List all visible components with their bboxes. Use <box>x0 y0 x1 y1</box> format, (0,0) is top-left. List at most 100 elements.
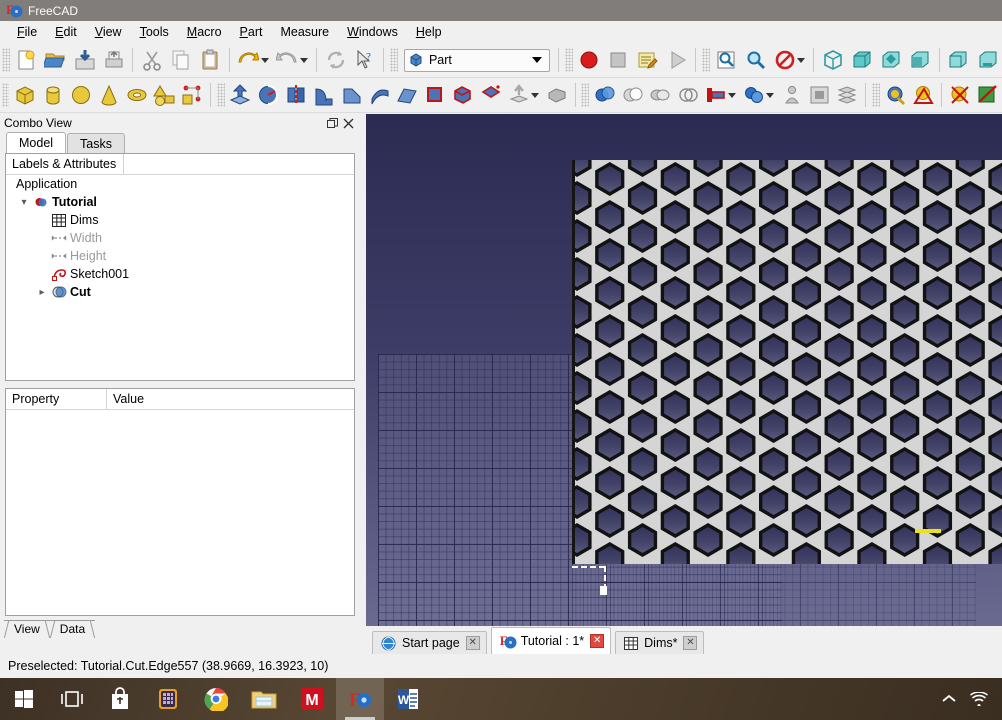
freecad-app[interactable]: F <box>336 678 384 720</box>
front-view-icon[interactable] <box>847 45 876 75</box>
measure-linear-icon[interactable] <box>882 80 910 110</box>
macro-stop-icon[interactable] <box>604 45 633 75</box>
check-geometry-icon[interactable] <box>778 80 806 110</box>
copy-icon[interactable] <box>166 45 195 75</box>
toolbar-grip[interactable] <box>2 48 10 72</box>
microsoft-word[interactable]: W <box>384 678 432 720</box>
microsoft-store[interactable] <box>96 678 144 720</box>
toolbar-grip[interactable] <box>565 48 573 72</box>
open-document-icon[interactable] <box>41 45 70 75</box>
union-icon[interactable] <box>619 80 647 110</box>
toolbar-grip[interactable] <box>581 83 588 107</box>
measure-refresh-icon[interactable] <box>946 80 974 110</box>
macro-execute-icon[interactable] <box>662 45 691 75</box>
bottom-view-icon[interactable] <box>973 45 1002 75</box>
box-icon[interactable] <box>11 80 39 110</box>
toolbar-grip[interactable] <box>390 48 398 72</box>
torus-icon[interactable] <box>123 80 151 110</box>
menu-part[interactable]: Part <box>231 23 272 41</box>
measure-clear-icon[interactable] <box>974 80 1002 110</box>
macro-record-icon[interactable] <box>575 45 604 75</box>
hexagonal-perforated-plate[interactable] <box>572 160 1002 564</box>
cylinder-icon[interactable] <box>39 80 67 110</box>
save-document-icon[interactable] <box>70 45 99 75</box>
property-editor[interactable]: Property Value <box>5 388 355 616</box>
shape-builder-icon[interactable] <box>178 80 206 110</box>
extrude-icon[interactable] <box>227 80 255 110</box>
close-icon[interactable]: ✕ <box>590 634 604 648</box>
join-icon[interactable] <box>702 80 730 110</box>
tree-item-tutorial[interactable]: ▾ Tutorial <box>6 193 354 211</box>
workbench-selector[interactable]: Part <box>404 49 550 72</box>
tab-view[interactable]: View <box>4 620 50 638</box>
revolve-icon[interactable] <box>254 80 282 110</box>
measure-angular-icon[interactable] <box>909 80 937 110</box>
top-view-icon[interactable] <box>877 45 906 75</box>
whats-this-icon[interactable]: ? <box>350 45 379 75</box>
intersection-icon[interactable] <box>647 80 675 110</box>
doc-tab-dims[interactable]: Dims* ✕ <box>615 631 704 654</box>
menu-view[interactable]: View <box>86 23 131 41</box>
thickness-icon[interactable] <box>543 80 571 110</box>
toolbar-grip[interactable] <box>702 48 710 72</box>
axonometric-icon[interactable] <box>818 45 847 75</box>
new-document-icon[interactable] <box>12 45 41 75</box>
close-icon[interactable] <box>340 116 356 130</box>
tree-item-dims[interactable]: Dims <box>6 211 354 229</box>
sweep-icon[interactable] <box>421 80 449 110</box>
split-icon[interactable] <box>740 80 768 110</box>
chevron-down-icon[interactable] <box>532 57 542 63</box>
right-view-icon[interactable] <box>906 45 935 75</box>
close-icon[interactable]: ✕ <box>683 636 697 650</box>
defeaturing-icon[interactable] <box>806 80 834 110</box>
doc-tab-start-page[interactable]: Start page ✕ <box>372 631 487 654</box>
menu-windows[interactable]: Windows <box>338 23 407 41</box>
fillet-icon[interactable] <box>310 80 338 110</box>
chevron-down-icon[interactable]: ▾ <box>16 197 32 208</box>
undo-icon[interactable] <box>234 45 263 75</box>
tree-item-cut[interactable]: ▸ Cut <box>6 283 354 301</box>
menu-help[interactable]: Help <box>407 23 451 41</box>
section-icon[interactable] <box>449 80 477 110</box>
tab-data[interactable]: Data <box>50 620 95 638</box>
doc-tab-tutorial[interactable]: F Tutorial : 1* ✕ <box>491 627 611 654</box>
paste-icon[interactable] <box>196 45 225 75</box>
create-primitives-icon[interactable] <box>151 80 179 110</box>
tab-model[interactable]: Model <box>6 132 66 153</box>
fit-all-icon[interactable] <box>712 45 741 75</box>
mirror-icon[interactable] <box>282 80 310 110</box>
toolbar-grip[interactable] <box>2 83 9 107</box>
menu-tools[interactable]: Tools <box>131 23 178 41</box>
toolbar-grip[interactable] <box>217 83 224 107</box>
refresh-icon[interactable] <box>321 45 350 75</box>
draw-style-icon[interactable] <box>770 45 799 75</box>
loft-icon[interactable] <box>394 80 422 110</box>
model-tree[interactable]: Labels & Attributes Application ▾ Tutori… <box>5 153 355 381</box>
google-chrome[interactable] <box>192 678 240 720</box>
tree-item-width[interactable]: Width <box>6 229 354 247</box>
menu-edit[interactable]: Edit <box>46 23 86 41</box>
menu-file[interactable]: File <box>8 23 46 41</box>
file-explorer[interactable] <box>240 678 288 720</box>
cut-icon[interactable] <box>137 45 166 75</box>
m-app[interactable]: M <box>288 678 336 720</box>
compound-icon[interactable] <box>591 80 619 110</box>
show-hidden-icons-icon[interactable] <box>934 693 964 705</box>
calculator-app[interactable] <box>144 678 192 720</box>
start-button[interactable] <box>0 678 48 720</box>
toolbar-grip[interactable] <box>872 83 879 107</box>
chevron-right-icon[interactable]: ▸ <box>34 287 50 298</box>
task-view-button[interactable] <box>48 678 96 720</box>
sphere-icon[interactable] <box>67 80 95 110</box>
menu-measure[interactable]: Measure <box>271 23 338 41</box>
close-icon[interactable]: ✕ <box>466 636 480 650</box>
tree-item-height[interactable]: Height <box>6 247 354 265</box>
refine-shape-icon[interactable] <box>833 80 861 110</box>
tree-root-application[interactable]: Application <box>6 175 354 193</box>
undock-icon[interactable] <box>324 116 340 130</box>
macro-edit-icon[interactable] <box>633 45 662 75</box>
wifi-icon[interactable] <box>964 692 994 706</box>
redo-icon[interactable] <box>273 45 302 75</box>
fit-selection-icon[interactable] <box>741 45 770 75</box>
boolean-ops-icon[interactable] <box>674 80 702 110</box>
